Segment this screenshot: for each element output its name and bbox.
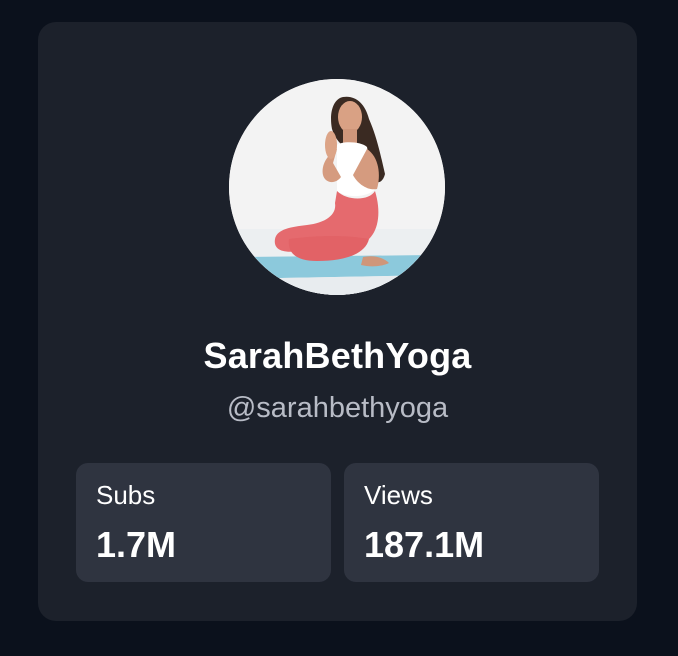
- stat-value: 187.1M: [364, 524, 485, 565]
- stat-card-views: Views 187.1M: [344, 463, 599, 582]
- stat-label: Views: [364, 480, 433, 510]
- channel-handle: @sarahbethyoga: [226, 392, 449, 424]
- stat-value: 1.7M: [96, 524, 177, 565]
- avatar[interactable]: [229, 79, 445, 295]
- profile-photo-icon: [229, 79, 445, 295]
- stat-card-subs: Subs 1.7M: [76, 463, 331, 582]
- channel-name: SarahBethYoga: [203, 335, 472, 376]
- profile-card: SarahBethYoga @sarahbethyoga Subs 1.7M V…: [38, 22, 637, 621]
- stat-label: Subs: [96, 480, 156, 510]
